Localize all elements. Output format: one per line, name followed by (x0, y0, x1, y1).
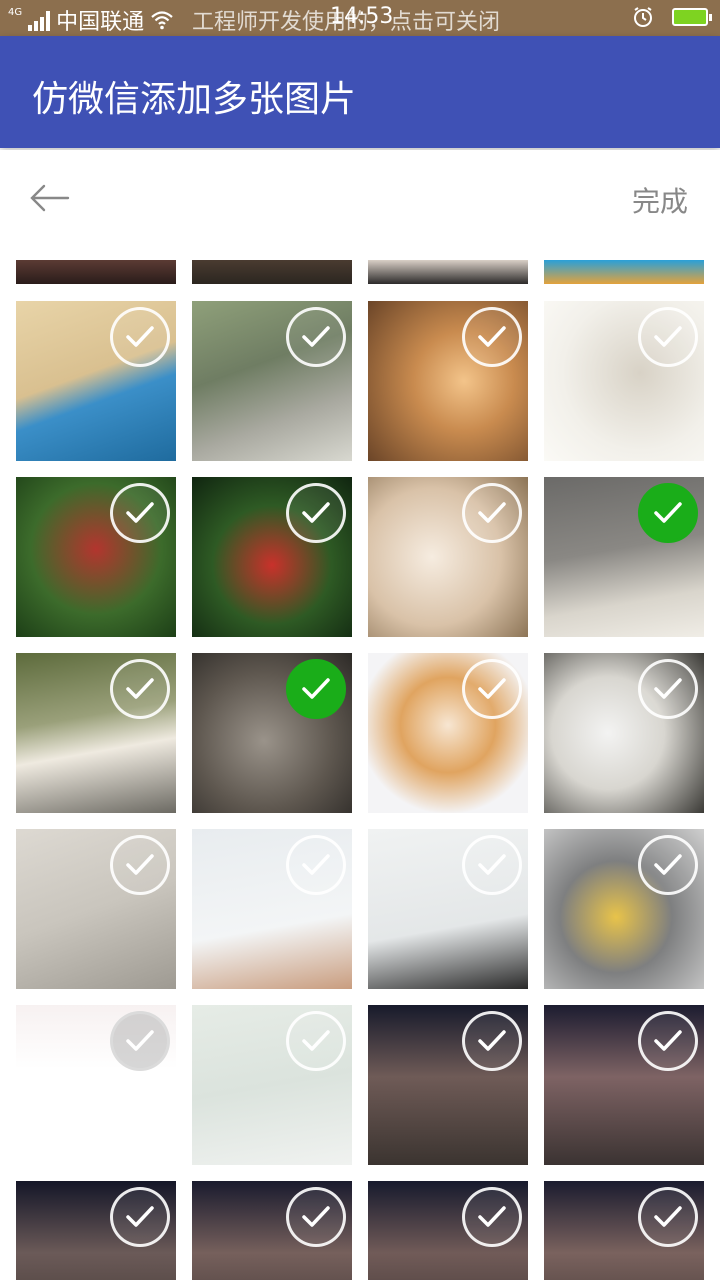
photo-thumbnail[interactable] (192, 1181, 352, 1280)
photo-thumbnail[interactable] (544, 301, 704, 461)
select-check-icon[interactable] (462, 835, 522, 895)
photo-thumbnail[interactable] (368, 653, 528, 813)
selection-header: 完成 (0, 150, 720, 246)
select-check-icon[interactable] (462, 1187, 522, 1247)
photo-thumbnail[interactable] (544, 1181, 704, 1280)
photo-thumbnail[interactable] (544, 260, 704, 284)
select-check-icon[interactable] (462, 1011, 522, 1071)
photo-thumbnail[interactable] (368, 301, 528, 461)
select-check-icon[interactable] (638, 307, 698, 367)
photo-thumbnail[interactable] (192, 653, 352, 813)
photo-thumbnail[interactable] (544, 477, 704, 637)
photo-thumbnail[interactable] (544, 1005, 704, 1165)
photo-thumbnail[interactable] (192, 829, 352, 989)
select-check-icon[interactable] (462, 659, 522, 719)
photo-thumbnail[interactable] (544, 653, 704, 813)
photo-thumbnail[interactable] (16, 1181, 176, 1280)
photo-thumbnail[interactable] (16, 260, 176, 284)
battery-icon (672, 8, 712, 26)
status-left: 4G 中国联通 (8, 4, 174, 36)
photo-thumbnail[interactable] (16, 1005, 176, 1165)
clock: 14:53 (330, 4, 394, 29)
wifi-icon (151, 11, 173, 30)
status-right (632, 6, 712, 28)
photo-thumbnail[interactable] (16, 653, 176, 813)
photo-thumbnail[interactable] (544, 829, 704, 989)
select-check-icon[interactable] (462, 307, 522, 367)
photo-thumbnail[interactable] (192, 260, 352, 284)
page-title: 仿微信添加多张图片 (32, 79, 357, 120)
photo-thumbnail[interactable] (16, 477, 176, 637)
network-type: 4G (8, 6, 23, 18)
select-check-icon[interactable] (286, 659, 346, 719)
select-check-icon[interactable] (638, 835, 698, 895)
top-partial-2-image (192, 260, 352, 284)
carrier-name: 中国联通 (56, 10, 145, 35)
photo-thumbnail[interactable] (368, 1005, 528, 1165)
top-partial-4-image (544, 260, 704, 284)
photo-thumbnail[interactable] (192, 477, 352, 637)
signal-icon (28, 9, 51, 31)
select-check-icon[interactable] (110, 483, 170, 543)
select-check-icon[interactable] (638, 659, 698, 719)
done-button[interactable]: 完成 (632, 180, 688, 220)
photo-thumbnail[interactable] (192, 1005, 352, 1165)
select-check-icon[interactable] (286, 1011, 346, 1071)
select-check-icon[interactable] (638, 1011, 698, 1071)
select-check-icon[interactable] (638, 483, 698, 543)
select-check-icon[interactable] (286, 835, 346, 895)
select-check-icon[interactable] (286, 307, 346, 367)
back-arrow-icon[interactable] (28, 178, 72, 218)
top-partial-1-image (16, 260, 176, 284)
select-check-icon[interactable] (110, 659, 170, 719)
select-check-icon[interactable] (638, 1187, 698, 1247)
app-toolbar: 仿微信添加多张图片 (0, 36, 720, 148)
photo-grid[interactable] (0, 246, 720, 1280)
photo-thumbnail[interactable] (368, 477, 528, 637)
select-check-icon[interactable] (110, 1011, 170, 1071)
select-check-icon[interactable] (110, 1187, 170, 1247)
select-check-icon[interactable] (110, 307, 170, 367)
status-bar: 4G 中国联通 工程师开发使用的，点击可关闭 14:53 (0, 0, 720, 36)
top-partial-3-image (368, 260, 528, 284)
photo-thumbnail[interactable] (192, 301, 352, 461)
photo-thumbnail[interactable] (368, 829, 528, 989)
alarm-icon (634, 7, 652, 27)
photo-thumbnail[interactable] (16, 301, 176, 461)
photo-thumbnail[interactable] (368, 1181, 528, 1280)
select-check-icon[interactable] (462, 483, 522, 543)
select-check-icon[interactable] (286, 1187, 346, 1247)
photo-thumbnail[interactable] (16, 829, 176, 989)
photo-thumbnail[interactable] (368, 260, 528, 284)
select-check-icon[interactable] (110, 835, 170, 895)
select-check-icon[interactable] (286, 483, 346, 543)
